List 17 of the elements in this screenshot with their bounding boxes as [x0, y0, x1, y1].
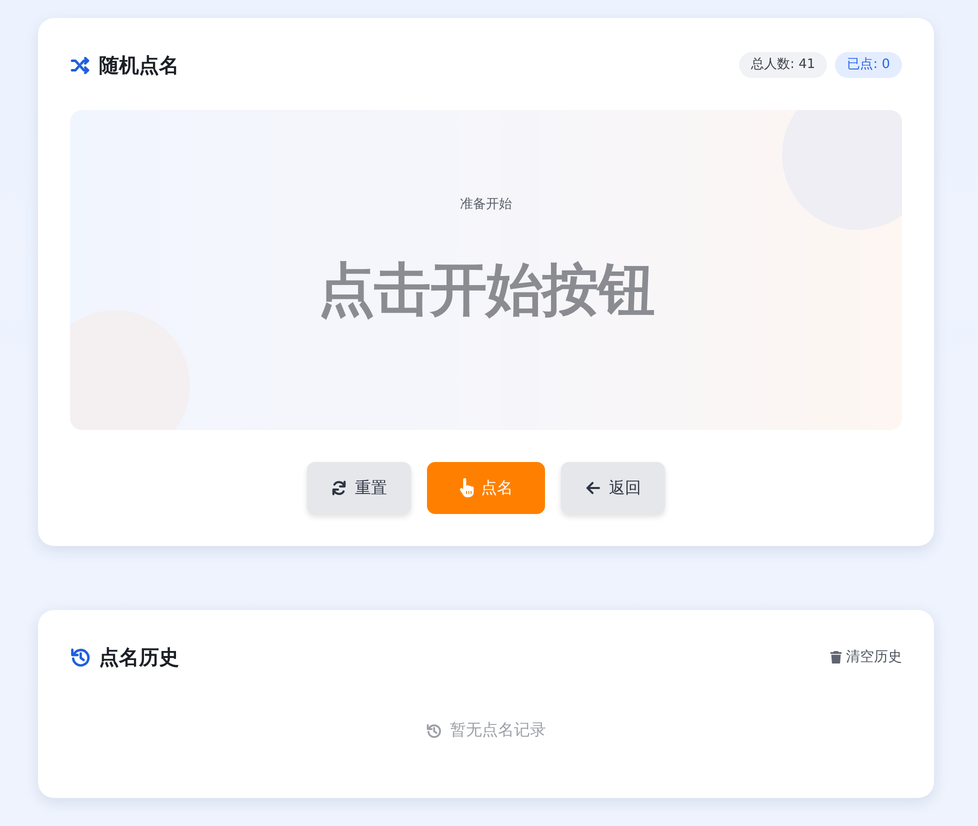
pointing-hand-icon [459, 478, 475, 498]
arrow-left-icon [585, 480, 601, 496]
back-button[interactable]: 返回 [561, 462, 665, 514]
card-title: 点名历史 [99, 644, 179, 670]
clear-history-button[interactable]: 清空历史 [830, 648, 902, 666]
sync-icon [331, 480, 347, 496]
history-icon [426, 722, 442, 738]
trash-icon [830, 650, 842, 664]
selected-name-text: 点击开始按钮 [318, 256, 654, 325]
card-title: 随机点名 [99, 52, 179, 78]
history-icon [70, 646, 91, 668]
called-count-badge: 已点: 0 [835, 52, 902, 78]
total-count-badge: 总人数: 41 [739, 52, 828, 78]
reset-button[interactable]: 重置 [307, 462, 411, 514]
empty-history-text: 暂无点名记录 [450, 720, 546, 741]
status-text: 准备开始 [460, 196, 512, 214]
shuffle-icon [70, 54, 91, 76]
